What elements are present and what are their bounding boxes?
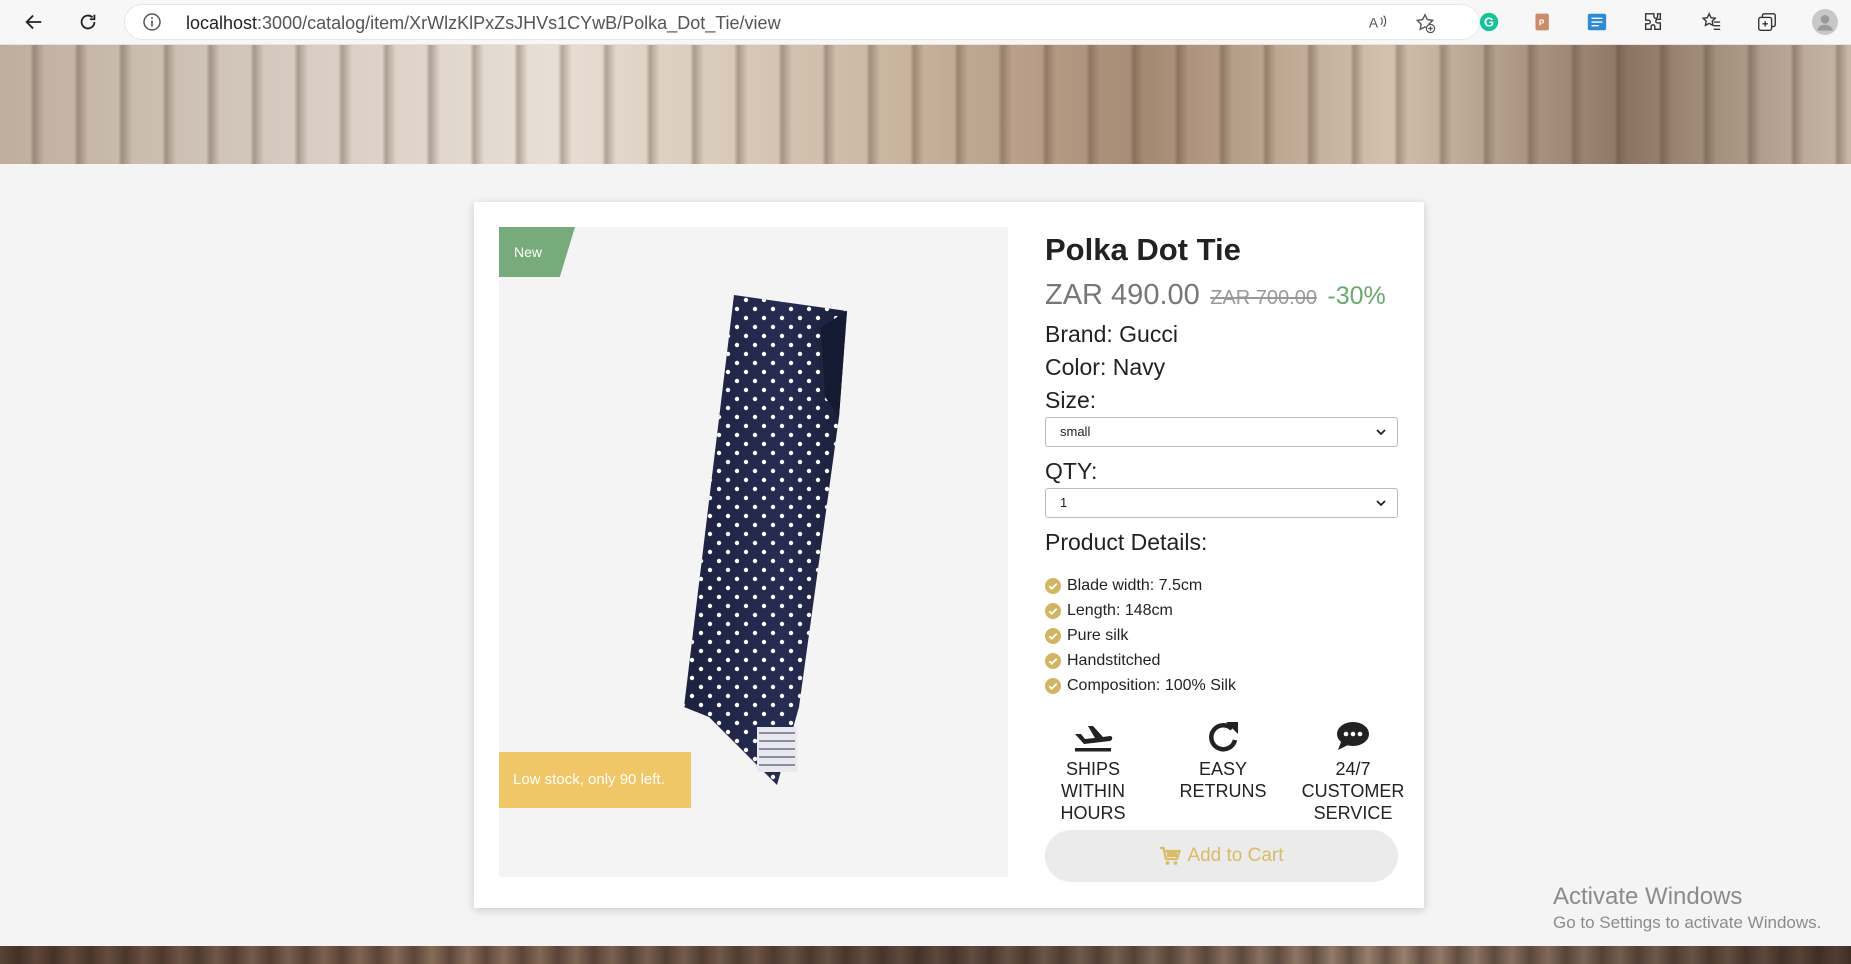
service-text: EASY — [1198, 759, 1248, 779]
hero-banner-image — [0, 45, 1851, 164]
svg-text:A: A — [1369, 16, 1379, 31]
windows-activation-watermark: Activate Windows Go to Settings to activ… — [1553, 882, 1821, 934]
color-label: Color: Navy — [1045, 354, 1166, 380]
feature-text: Blade width: 7.5cm — [1067, 577, 1203, 594]
grammarly-extension-icon[interactable]: G — [1476, 9, 1502, 35]
add-to-cart-button[interactable]: Add to Cart — [1045, 830, 1398, 882]
low-stock-badge: Low stock, only 90 left. — [499, 752, 691, 808]
feature-text: Handstitched — [1067, 652, 1161, 669]
read-aloud-icon[interactable]: A — [1368, 12, 1390, 34]
browser-toolbar: localhost:3000/catalog/item/XrWlzKlPxZsJ… — [0, 0, 1851, 45]
qty-select[interactable]: 1 — [1045, 488, 1398, 518]
product-details: Polka Dot Tie ZAR 490.00 ZAR 700.00 -30%… — [1045, 230, 1404, 852]
discount-percent: -30% — [1327, 282, 1386, 310]
check-circle-icon — [1045, 652, 1061, 669]
redo-icon — [1209, 722, 1238, 752]
info-icon[interactable] — [142, 12, 162, 32]
product-card: New Low stock, only 90 left. Polka Dot T… — [474, 202, 1424, 908]
price-row: ZAR 490.00 ZAR 700.00 -30% — [1045, 276, 1400, 314]
service-text: SHIPS — [1065, 759, 1121, 779]
check-circle-icon — [1045, 577, 1061, 594]
chat-icon — [1337, 722, 1369, 750]
back-arrow-icon — [25, 14, 42, 30]
chevron-down-icon — [1376, 429, 1386, 436]
service-text: 24/7 — [1335, 759, 1371, 779]
product-details-heading: Product Details: — [1045, 529, 1208, 555]
feature-text: Pure silk — [1067, 627, 1129, 644]
add-to-cart-label: Add to Cart — [1187, 845, 1284, 866]
check-circle-icon — [1045, 677, 1061, 694]
extensions-icon[interactable] — [1640, 9, 1666, 35]
original-price: ZAR 700.00 — [1210, 287, 1317, 309]
size-label: Size: — [1045, 387, 1097, 413]
feature-item: Composition: 100% Silk — [1045, 673, 1400, 698]
service-returns: EASY RETRUNS — [1163, 718, 1283, 802]
feature-item: Pure silk — [1045, 623, 1400, 648]
size-select-value: small — [1060, 424, 1091, 439]
cart-icon — [1160, 846, 1182, 865]
profile-avatar[interactable] — [1812, 9, 1838, 35]
service-customer: 24/7 CUSTOMER SERVICE — [1293, 718, 1413, 824]
watermark-subtitle: Go to Settings to activate Windows. — [1553, 913, 1822, 932]
feature-item: Handstitched — [1045, 648, 1400, 673]
reload-button[interactable] — [74, 8, 102, 36]
product-image — [684, 295, 847, 785]
qty-select-value: 1 — [1060, 495, 1068, 510]
favorites-icon[interactable] — [1698, 9, 1724, 35]
address-bar[interactable]: localhost:3000/catalog/item/XrWlzKlPxZsJ… — [124, 4, 1480, 40]
feature-item: Blade width: 7.5cm — [1045, 573, 1400, 598]
check-circle-icon — [1045, 602, 1061, 619]
svg-text:P: P — [1539, 17, 1545, 27]
collections-icon[interactable] — [1754, 9, 1780, 35]
footer-banner-image — [0, 946, 1851, 964]
reader-extension-icon[interactable] — [1584, 9, 1610, 35]
service-text: WITHIN — [1061, 781, 1125, 801]
new-badge: New — [499, 227, 575, 277]
product-title: Polka Dot Tie — [1045, 232, 1241, 267]
url-text: localhost:3000/catalog/item/XrWlzKlPxZsJ… — [186, 13, 781, 33]
feature-text: Composition: 100% Silk — [1067, 677, 1236, 694]
back-button[interactable] — [20, 8, 48, 36]
feature-item: Length: 148cm — [1045, 598, 1400, 623]
svg-text:G: G — [1484, 15, 1494, 30]
feature-list: Blade width: 7.5cm Length: 148cm Pure si… — [1045, 573, 1400, 698]
qty-label: QTY: — [1045, 458, 1098, 484]
reload-icon — [80, 14, 96, 30]
service-text: SERVICE — [1313, 803, 1393, 823]
add-favorite-icon[interactable] — [1414, 12, 1436, 34]
pdf-extension-icon[interactable]: P — [1530, 9, 1556, 35]
watermark-title: Activate Windows — [1553, 883, 1743, 910]
chevron-down-icon — [1376, 500, 1386, 507]
service-shipping: SHIPS WITHIN HOURS — [1033, 718, 1153, 824]
service-text: HOURS — [1060, 803, 1126, 823]
size-select[interactable]: small — [1045, 417, 1398, 447]
service-text: RETRUNS — [1179, 781, 1267, 801]
plane-icon — [1075, 726, 1113, 752]
product-image-panel: New Low stock, only 90 left. — [499, 227, 1008, 877]
brand-label: Brand: Gucci — [1045, 321, 1178, 347]
check-circle-icon — [1045, 627, 1061, 644]
feature-text: Length: 148cm — [1067, 602, 1173, 619]
service-text: CUSTOMER — [1301, 781, 1405, 801]
current-price: ZAR 490.00 — [1045, 279, 1200, 311]
